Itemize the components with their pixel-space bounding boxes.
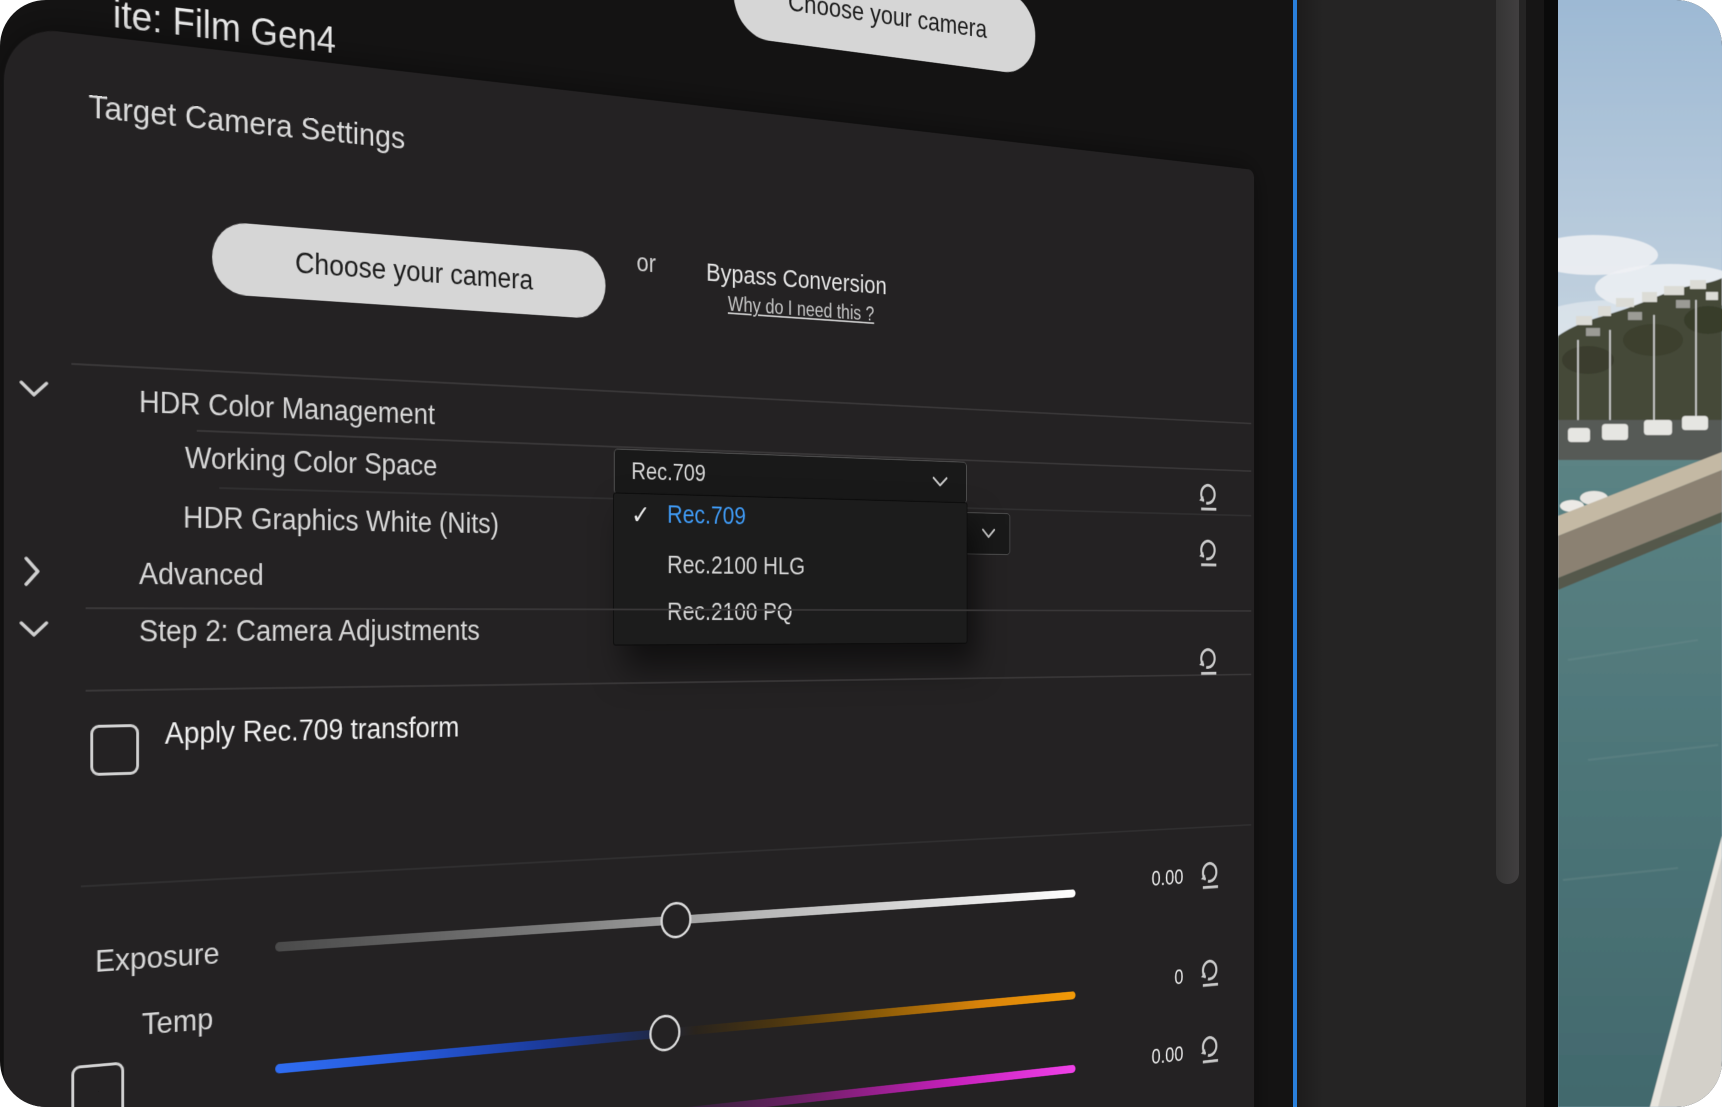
menu-option-rec2100-hlg[interactable]: Rec.2100 HLG (667, 551, 805, 581)
advanced-section-title[interactable]: Advanced (139, 557, 264, 593)
reset-icon[interactable] (1197, 953, 1223, 990)
menu-option-rec709[interactable]: Rec.709 (667, 501, 746, 531)
apply-transform-checkbox[interactable] (90, 724, 139, 776)
reset-icon[interactable] (1197, 1029, 1223, 1067)
working-color-space-value: Rec.709 (631, 458, 706, 487)
panel-edge (1526, 0, 1544, 1107)
choose-camera-button-top[interactable]: Choose your camera (734, 0, 1036, 76)
panel-divider-line[interactable] (1293, 0, 1297, 1107)
reset-icon[interactable] (1197, 856, 1223, 893)
scrollbar-thumb[interactable] (1496, 0, 1519, 884)
chevron-down-icon[interactable] (19, 620, 48, 638)
reset-icon[interactable] (1196, 643, 1222, 678)
chevron-down-icon[interactable] (19, 379, 48, 398)
checkmark-icon: ✓ (631, 500, 650, 531)
video-preview-image (1558, 0, 1722, 1107)
tint-group-checkbox[interactable] (71, 1062, 124, 1107)
temp-label: Temp (142, 1001, 213, 1042)
chevron-right-icon[interactable] (23, 556, 40, 586)
reset-icon[interactable] (1196, 478, 1222, 514)
or-label: or (637, 249, 656, 279)
secondary-panel (1297, 0, 1560, 1107)
screenshot-frame: ite: Film Gen4 Choose your camera Target… (0, 0, 1722, 1107)
step2-section-title[interactable]: Step 2: Camera Adjustments (139, 614, 480, 649)
chevron-down-icon (982, 528, 996, 539)
color-space-menu: ✓ Rec.709 Rec.2100 HLG Rec.2100 PQ (613, 492, 967, 645)
hdr-graphics-white-label: HDR Graphics White (Nits) (183, 501, 499, 541)
reset-icon[interactable] (1196, 534, 1222, 570)
harbor-scene (1558, 0, 1722, 1107)
menu-option-rec2100-pq[interactable]: Rec.2100 PQ (667, 598, 792, 627)
window-edge (1544, 0, 1558, 1107)
chevron-down-icon (932, 476, 948, 488)
